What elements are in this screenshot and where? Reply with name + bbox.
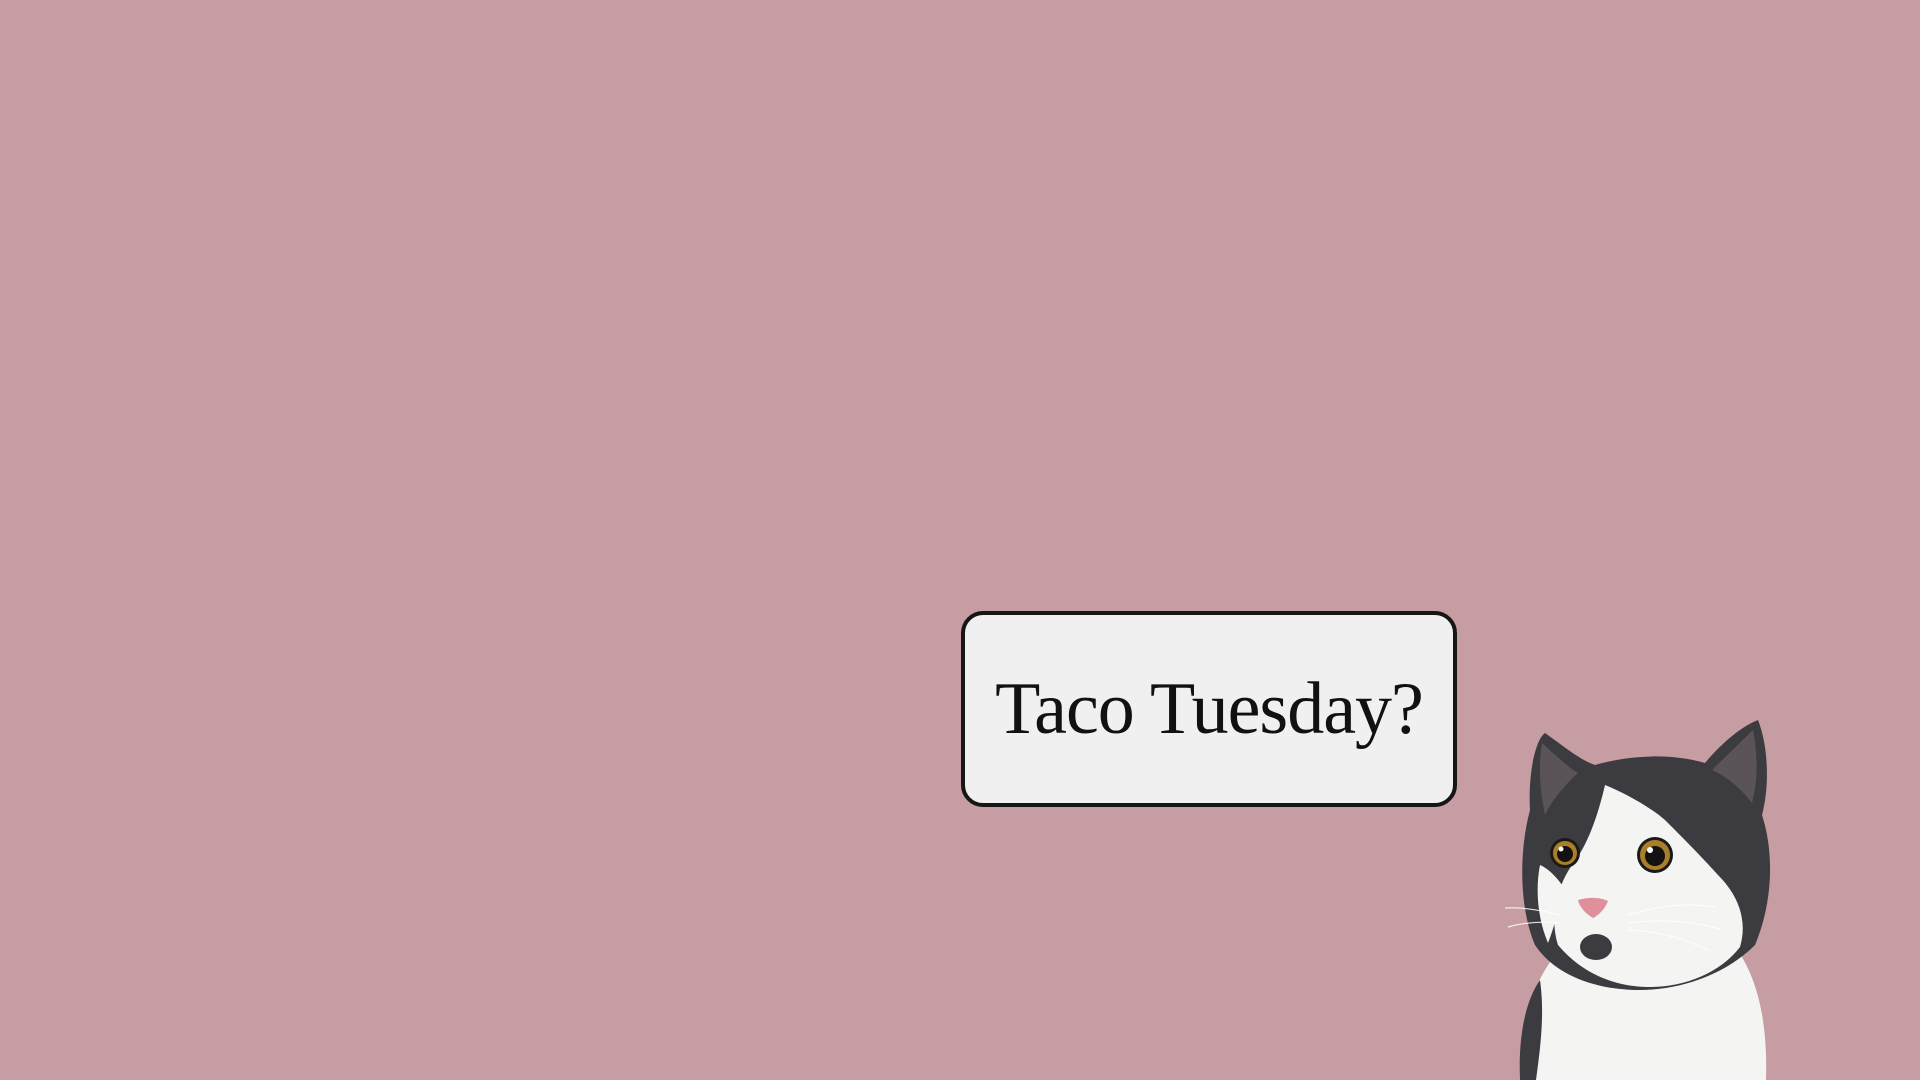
speech-bubble: Taco Tuesday? [961, 611, 1457, 807]
cat-image [1500, 715, 1780, 1080]
canvas: Taco Tuesday? [0, 0, 1920, 1080]
cat-icon [1504, 720, 1771, 1080]
speech-bubble-text: Taco Tuesday? [995, 667, 1424, 750]
